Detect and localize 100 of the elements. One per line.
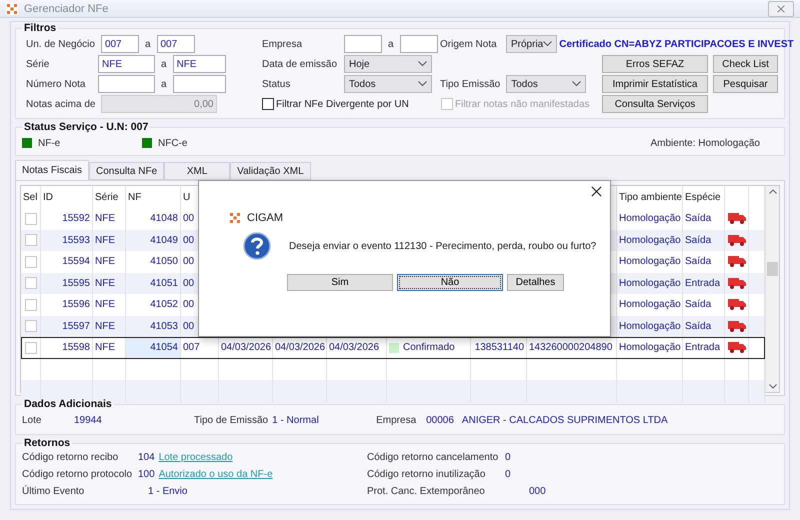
action-button[interactable]: Check List bbox=[713, 55, 778, 73]
input-field[interactable]: 007 bbox=[156, 35, 194, 53]
tab[interactable]: Notas Fiscais bbox=[15, 160, 90, 180]
action-button[interactable]: Imprimir Estatística bbox=[602, 75, 708, 93]
scroll-down-icon[interactable] bbox=[768, 384, 776, 389]
checkbox[interactable] bbox=[262, 98, 274, 110]
truck-icon bbox=[728, 342, 746, 354]
table-cell: 00 bbox=[183, 299, 194, 310]
table-cell: 04/03/2026 bbox=[275, 342, 326, 354]
tab[interactable]: Validação XML bbox=[230, 162, 311, 180]
scrollbar[interactable] bbox=[765, 186, 779, 392]
checkbox-label: Filtrar notas não manifestadas bbox=[455, 98, 590, 110]
column-header: Série bbox=[95, 192, 118, 202]
truck-icon bbox=[728, 256, 746, 268]
scroll-up-icon[interactable] bbox=[768, 189, 776, 194]
row-checkbox[interactable] bbox=[24, 320, 36, 332]
dropdown[interactable]: Todos bbox=[506, 75, 586, 93]
table-cell: 41048 bbox=[150, 213, 178, 224]
field-value: 0 bbox=[505, 452, 511, 463]
table-cell: Entrada bbox=[685, 342, 720, 354]
table-cell: NFE bbox=[95, 234, 115, 246]
row-checkbox[interactable] bbox=[24, 277, 36, 290]
dropdown[interactable]: Hoje bbox=[344, 55, 432, 73]
table-cell: 15593 bbox=[62, 234, 90, 246]
tab[interactable]: XML bbox=[164, 162, 230, 180]
company-name: ANIGER - CALCADOS SUPRIMENTOS LTDA bbox=[462, 414, 668, 426]
table-cell: Homologação bbox=[619, 299, 681, 310]
dialog-button[interactable]: Detalhes bbox=[507, 274, 564, 291]
row-checkbox[interactable] bbox=[24, 212, 36, 225]
input-field[interactable] bbox=[98, 75, 155, 93]
input-field[interactable]: NFE bbox=[98, 55, 155, 73]
dialog-button[interactable]: Não bbox=[397, 274, 503, 291]
table-cell: 41050 bbox=[150, 256, 178, 268]
table-cell: 41054 bbox=[150, 342, 178, 354]
truck-icon bbox=[728, 234, 746, 246]
table-cell: Saída bbox=[685, 320, 712, 332]
field-value: 19944 bbox=[74, 414, 103, 426]
table-cell: Homologação bbox=[619, 213, 681, 224]
caret-icon bbox=[572, 81, 582, 87]
table-cell: Homologação bbox=[619, 256, 681, 268]
table-cell: 41052 bbox=[150, 299, 178, 310]
input-field[interactable]: 007 bbox=[100, 35, 139, 53]
table-cell: 00 bbox=[183, 234, 194, 246]
row-checkbox[interactable] bbox=[24, 342, 36, 354]
scroll-thumb[interactable] bbox=[767, 262, 778, 276]
field-label: Origem Nota bbox=[440, 38, 498, 50]
row-checkbox[interactable] bbox=[24, 298, 36, 311]
field-value: 00006 bbox=[426, 414, 454, 426]
table-cell: 15597 bbox=[62, 320, 90, 332]
field-label: Código retorno inutilização bbox=[367, 468, 486, 481]
checkbox-label: Filtrar NFe Divergente por UN bbox=[276, 98, 409, 110]
truck-icon bbox=[728, 278, 746, 289]
table-cell: Saída bbox=[685, 213, 712, 224]
group-title: Dados Adicionais bbox=[23, 398, 113, 410]
field-value: 0 bbox=[505, 469, 511, 480]
field-label: Prot. Canc. Extemporâneo bbox=[367, 485, 486, 498]
caret-icon bbox=[418, 81, 427, 87]
dialog-title: CIGAM bbox=[247, 212, 284, 224]
action-button[interactable]: Erros SEFAZ bbox=[602, 55, 708, 73]
table-cell: Confirmado bbox=[403, 342, 455, 354]
table-row[interactable]: 15598 NFE 41054 007 04/03/2026 04/03/2026 04/03/2026 Confirmado 138531140 143260000204890 Homologação Entrada bbox=[21, 337, 765, 358]
input-field[interactable] bbox=[400, 35, 438, 53]
table-cell: 41051 bbox=[150, 278, 178, 289]
table-cell: NFE bbox=[95, 256, 115, 268]
row-checkbox[interactable] bbox=[24, 234, 36, 246]
truck-icon bbox=[728, 213, 746, 224]
certificate-label: Certificado CN=ABYZ PARTICIPACOES E INVEST bbox=[559, 38, 794, 50]
table-cell: 15595 bbox=[62, 278, 90, 289]
table-cell: 15592 bbox=[62, 213, 90, 224]
tab[interactable]: Consulta NFe bbox=[89, 162, 164, 180]
table-cell: 15596 bbox=[62, 299, 90, 310]
field-label: Tipo Emissão bbox=[440, 78, 500, 90]
table-cell: 00 bbox=[183, 213, 194, 224]
row-checkbox[interactable] bbox=[24, 256, 36, 268]
input-field[interactable] bbox=[172, 75, 226, 93]
dropdown[interactable]: Todos bbox=[344, 75, 432, 93]
field-label: Série bbox=[26, 58, 50, 70]
logo-icon bbox=[6, 2, 18, 14]
caret-icon bbox=[543, 41, 552, 47]
field-label: Código retorno cancelamento bbox=[367, 451, 500, 464]
action-button[interactable]: Consulta Serviços bbox=[602, 95, 708, 113]
input-field[interactable]: NFE bbox=[172, 55, 226, 73]
table-cell: Homologação bbox=[619, 342, 681, 354]
input-field[interactable] bbox=[344, 35, 382, 53]
action-button[interactable]: Pesquisar bbox=[713, 75, 778, 93]
table-cell: Saída bbox=[685, 299, 712, 310]
table-cell: 04/03/2026 bbox=[329, 342, 380, 354]
table-cell: 00 bbox=[183, 320, 194, 332]
field-label: Empresa bbox=[376, 414, 418, 426]
dropdown[interactable]: Própria bbox=[506, 35, 558, 53]
table-cell: NFE bbox=[95, 278, 115, 289]
table-cell: 138531140 bbox=[474, 342, 524, 354]
table-cell: Homologação bbox=[619, 320, 681, 332]
field-label: Empresa bbox=[262, 38, 304, 50]
table-cell: 00 bbox=[183, 278, 194, 289]
field-value: 100 bbox=[138, 469, 155, 480]
window-title: Gerenciador NFe bbox=[24, 2, 110, 14]
dialog-button[interactable]: Sim bbox=[287, 274, 393, 291]
close-button[interactable] bbox=[591, 186, 602, 197]
group-title: Retornos bbox=[23, 437, 72, 449]
